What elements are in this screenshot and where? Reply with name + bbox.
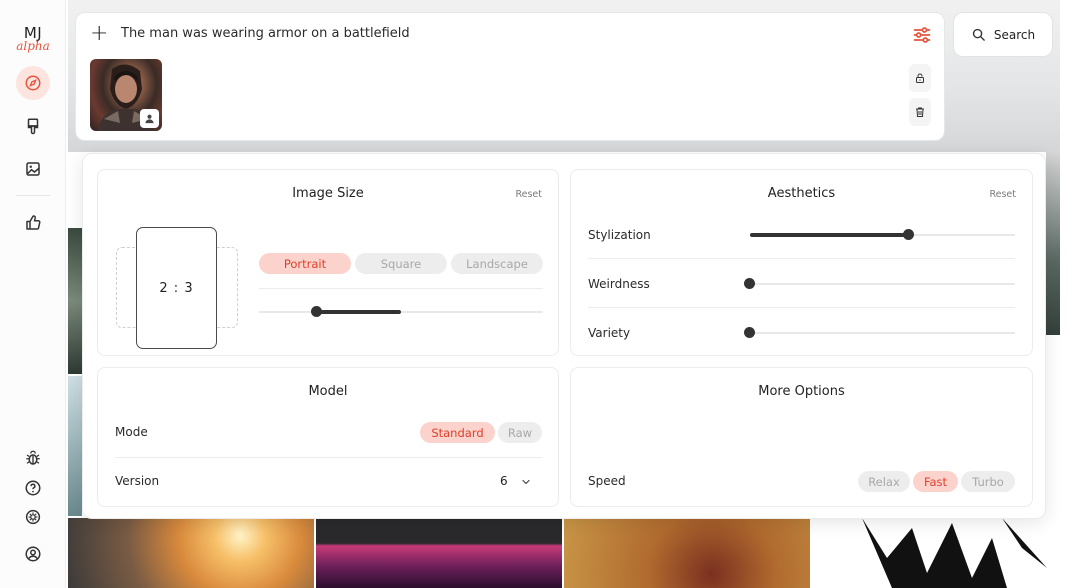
sidebar-item-create[interactable]: [16, 109, 50, 143]
logo-alpha: alpha: [16, 39, 50, 53]
size-option-square[interactable]: Square: [355, 253, 447, 274]
sidebar-divider: [16, 195, 50, 196]
lock-button[interactable]: [909, 64, 931, 92]
weirdness-slider-track[interactable]: [750, 283, 1015, 285]
model-title: Model: [308, 384, 348, 399]
variety-label: Variety: [588, 326, 631, 340]
background-image: [68, 228, 82, 374]
version-select[interactable]: 6: [500, 474, 508, 488]
speed-option-turbo[interactable]: Turbo: [961, 471, 1015, 492]
sidebar-item-organize[interactable]: [16, 152, 50, 186]
mode-option-raw[interactable]: Raw: [498, 422, 542, 443]
background-image: [1046, 150, 1060, 335]
paintbrush-icon: [27, 118, 39, 135]
image-size-section: Image Size Reset 2 : 3 Portrait Square L…: [97, 169, 559, 356]
theme-toggle-button[interactable]: [16, 500, 50, 534]
prompt-card: + The man was wearing armor on a battlef…: [75, 12, 945, 141]
compass-icon: [25, 75, 41, 91]
user-circle-icon: [25, 546, 41, 562]
aspect-ratio-value: 2 : 3: [159, 280, 194, 296]
aspect-ratio-slider-fill: [316, 310, 401, 314]
search-icon: [972, 28, 985, 41]
variety-slider-handle[interactable]: [744, 327, 755, 338]
stylization-slider-handle[interactable]: [903, 229, 914, 240]
plus-icon[interactable]: +: [90, 21, 108, 47]
more-options-title: More Options: [758, 384, 845, 399]
size-option-portrait[interactable]: Portrait: [259, 253, 351, 274]
sliders-icon[interactable]: [912, 25, 932, 45]
help-icon: [25, 480, 41, 496]
search-label: Search: [993, 27, 1036, 42]
aspect-ratio-preview: 2 : 3: [136, 227, 217, 349]
sidebar: MJ alpha: [0, 0, 66, 588]
divider: [588, 307, 1015, 308]
image-prompt-thumbnail[interactable]: [90, 59, 162, 131]
aesthetics-title: Aesthetics: [767, 186, 836, 201]
divider: [259, 288, 543, 289]
image-size-title: Image Size: [292, 186, 364, 201]
gallery-image-couple[interactable]: [564, 518, 810, 588]
weirdness-slider-handle[interactable]: [744, 278, 755, 289]
image-icon: [26, 162, 40, 176]
stylization-label: Stylization: [588, 228, 651, 242]
background-image: [68, 376, 82, 516]
gallery-image-neon-street[interactable]: [316, 518, 562, 588]
aesthetics-section: Aesthetics Reset Stylization Weirdness V…: [570, 169, 1033, 356]
model-section: Model Mode Standard Raw Version 6: [97, 367, 559, 507]
divider: [588, 258, 1015, 259]
version-label: Version: [115, 474, 160, 488]
size-option-landscape[interactable]: Landscape: [451, 253, 543, 274]
speed-label: Speed: [588, 474, 626, 488]
aspect-ratio-slider-handle[interactable]: [311, 306, 322, 317]
sidebar-item-rate[interactable]: [16, 206, 50, 240]
speed-option-fast[interactable]: Fast: [913, 471, 958, 492]
search-button[interactable]: Search: [953, 12, 1053, 57]
more-options-section: More Options Speed Relax Fast Turbo: [570, 367, 1033, 507]
gallery-image-sunset-city[interactable]: [68, 518, 314, 588]
mode-label: Mode: [115, 425, 148, 439]
sun-icon: [25, 509, 41, 525]
thumbs-up-icon: [26, 215, 41, 230]
bug-report-button[interactable]: [16, 441, 50, 475]
variety-slider-track[interactable]: [750, 332, 1015, 334]
sidebar-item-explore[interactable]: [16, 66, 50, 100]
prompt-input[interactable]: The man was wearing armor on a battlefie…: [121, 26, 410, 41]
aspect-ratio-slider-track[interactable]: [259, 311, 543, 313]
trash-icon: [916, 107, 924, 117]
account-button[interactable]: [16, 537, 50, 571]
aesthetics-reset-button[interactable]: Reset: [989, 189, 1016, 200]
image-size-reset-button[interactable]: Reset: [515, 189, 542, 200]
feather-illustration: [862, 518, 1047, 588]
weirdness-label: Weirdness: [588, 277, 650, 291]
settings-panel: Image Size Reset 2 : 3 Portrait Square L…: [82, 153, 1046, 519]
gallery-image-feather[interactable]: [812, 518, 1060, 588]
divider: [115, 457, 542, 458]
stylization-slider-fill: [750, 233, 908, 237]
mode-option-standard[interactable]: Standard: [420, 422, 495, 443]
lock-icon: [916, 73, 924, 83]
user-icon[interactable]: [140, 109, 159, 128]
delete-button[interactable]: [909, 98, 931, 126]
speed-option-relax[interactable]: Relax: [858, 471, 910, 492]
bug-icon: [26, 450, 40, 465]
chevron-down-icon[interactable]: [520, 476, 532, 488]
